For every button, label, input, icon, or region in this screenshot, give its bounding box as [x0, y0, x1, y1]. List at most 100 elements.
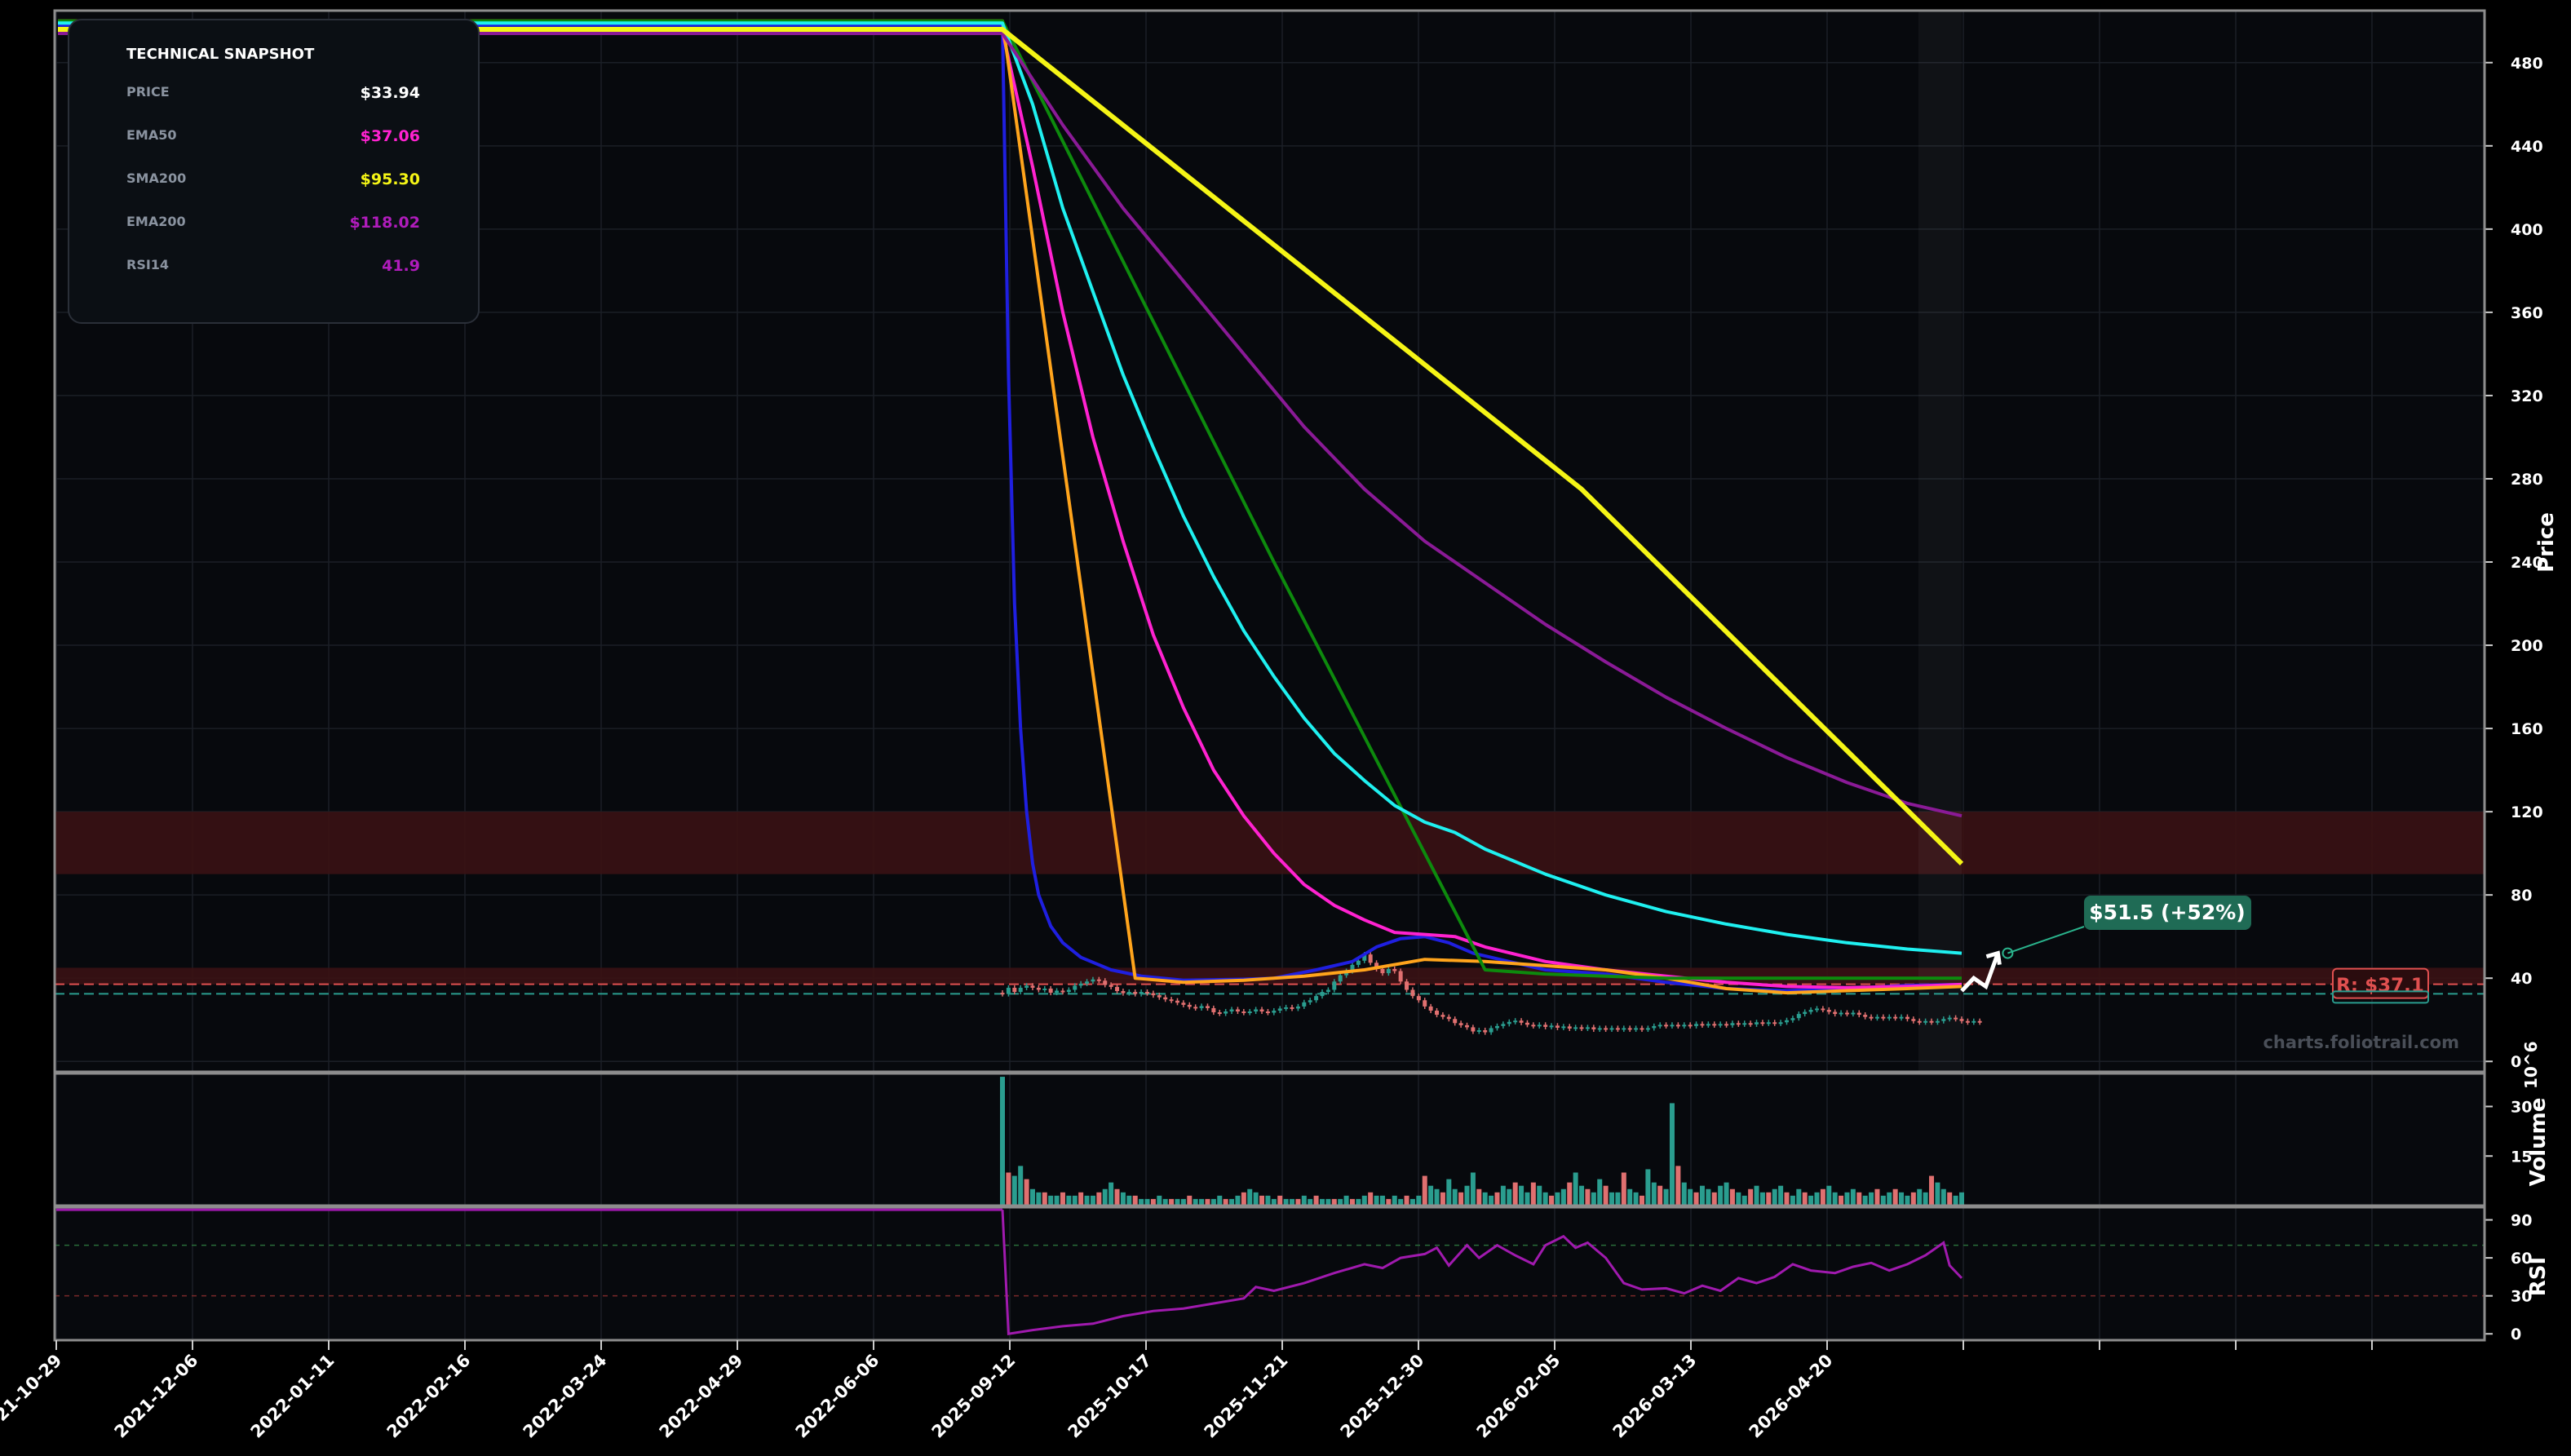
rsi-panel-background [55, 1207, 2485, 1340]
candle-body [1905, 1016, 1909, 1020]
volume-bar [1784, 1192, 1790, 1206]
volume-bar [1802, 1192, 1808, 1206]
volume-bar [1766, 1192, 1772, 1206]
candle-body [1435, 1011, 1440, 1016]
candle-body [1954, 1017, 1958, 1020]
candle-body [1126, 992, 1131, 994]
volume-bar [1778, 1185, 1784, 1206]
candle-body [1627, 1028, 1632, 1030]
y-tick-label: 280 [2511, 471, 2543, 489]
candle-body [1863, 1015, 1868, 1017]
volume-bar [1368, 1192, 1374, 1206]
volume-bar [1000, 1077, 1005, 1206]
volume-bar [1905, 1195, 1910, 1206]
candle-body [1259, 1009, 1264, 1012]
volume-bar [1524, 1192, 1530, 1206]
candle-body [1121, 991, 1126, 994]
candle-body [1103, 980, 1108, 985]
candle-body [1675, 1025, 1680, 1027]
candle-body [1555, 1025, 1560, 1028]
candle-body [1604, 1028, 1609, 1030]
volume-bar [1560, 1188, 1566, 1206]
volume-bar [1549, 1195, 1555, 1206]
volume-bar [1512, 1182, 1518, 1206]
candle-body [1941, 1019, 1946, 1021]
y-tick-label: 80 [2511, 887, 2532, 905]
volume-bar [1108, 1182, 1114, 1206]
candle-body [1308, 1000, 1312, 1002]
volume-bar [1953, 1195, 1958, 1206]
volume-bar [1247, 1188, 1253, 1206]
candle-body [1501, 1024, 1506, 1026]
volume-bar [1910, 1192, 1916, 1206]
volume-bar [1114, 1188, 1120, 1206]
candle-body [1151, 993, 1156, 996]
volume-bar [1452, 1188, 1458, 1206]
candle-body [1917, 1020, 1922, 1023]
candle-body [1579, 1027, 1584, 1029]
volume-bar [1392, 1195, 1397, 1206]
volume-bar [1844, 1192, 1850, 1206]
volume-bar [1808, 1195, 1814, 1206]
candle-body [1700, 1024, 1705, 1026]
candle-body [1284, 1007, 1289, 1009]
volume-bar [1790, 1195, 1795, 1206]
volume-bar [1464, 1185, 1470, 1206]
volume-bar [1458, 1192, 1464, 1206]
candle-body [1465, 1025, 1470, 1028]
volume-bar [1621, 1172, 1626, 1206]
candle-body [1440, 1015, 1445, 1017]
candle-body [1471, 1027, 1476, 1032]
volume-bar [1699, 1185, 1705, 1206]
rsi-panel: 0306090RSI [53, 1206, 2551, 1343]
volume-bar [1597, 1179, 1603, 1206]
volume-bar [1874, 1188, 1880, 1206]
volume-bar [1645, 1169, 1651, 1206]
volume-bar [1657, 1185, 1663, 1206]
volume-bar [1217, 1195, 1223, 1206]
candle-body [1567, 1026, 1572, 1029]
candle-body [1615, 1028, 1620, 1030]
volume-bar [1446, 1179, 1452, 1206]
volume-bar [1048, 1195, 1054, 1206]
volume-bar [1018, 1166, 1024, 1206]
volume-bar [1856, 1192, 1862, 1206]
volume-bar [1054, 1195, 1060, 1206]
volume-bar [1277, 1195, 1283, 1206]
candle-body [1760, 1022, 1765, 1025]
candle-body [1597, 1028, 1602, 1030]
volume-bar [1470, 1172, 1476, 1206]
candle-body [1163, 997, 1168, 1000]
volume-bar [1724, 1182, 1729, 1206]
candle-body [1398, 971, 1403, 982]
volume-bar [1036, 1192, 1042, 1206]
candle-body [1851, 1012, 1856, 1015]
candle-body [1856, 1012, 1861, 1016]
candle-body [1730, 1023, 1735, 1025]
y-tick-label: 160 [2511, 720, 2543, 738]
candle-body [1241, 1011, 1246, 1014]
candle-body [1085, 981, 1090, 984]
candle-body [1139, 992, 1144, 994]
candle-body [1133, 992, 1138, 994]
candle-body [1024, 985, 1029, 988]
candle-body [1423, 1000, 1427, 1007]
snapshot-value-price: $33.94 [361, 84, 420, 102]
candle-body [1640, 1028, 1644, 1030]
volume-bar [1011, 1175, 1017, 1206]
volume-bar [1923, 1192, 1928, 1206]
volume-bar [1899, 1192, 1905, 1206]
volume-bar [1132, 1195, 1138, 1206]
candle-body [1688, 1025, 1693, 1027]
candle-body [1591, 1027, 1596, 1029]
volume-bar [1187, 1195, 1193, 1206]
volume-bar [1591, 1192, 1596, 1206]
candle-body [1108, 985, 1113, 987]
volume-panel-background [55, 1073, 2485, 1206]
volume-bar [1078, 1192, 1084, 1206]
volume-bar [1507, 1188, 1512, 1206]
snapshot-label-ema50: EMA50 [126, 127, 177, 143]
y-tick-label: 360 [2511, 304, 2543, 322]
candle-body [1332, 981, 1337, 990]
volume-bar [1489, 1195, 1494, 1206]
